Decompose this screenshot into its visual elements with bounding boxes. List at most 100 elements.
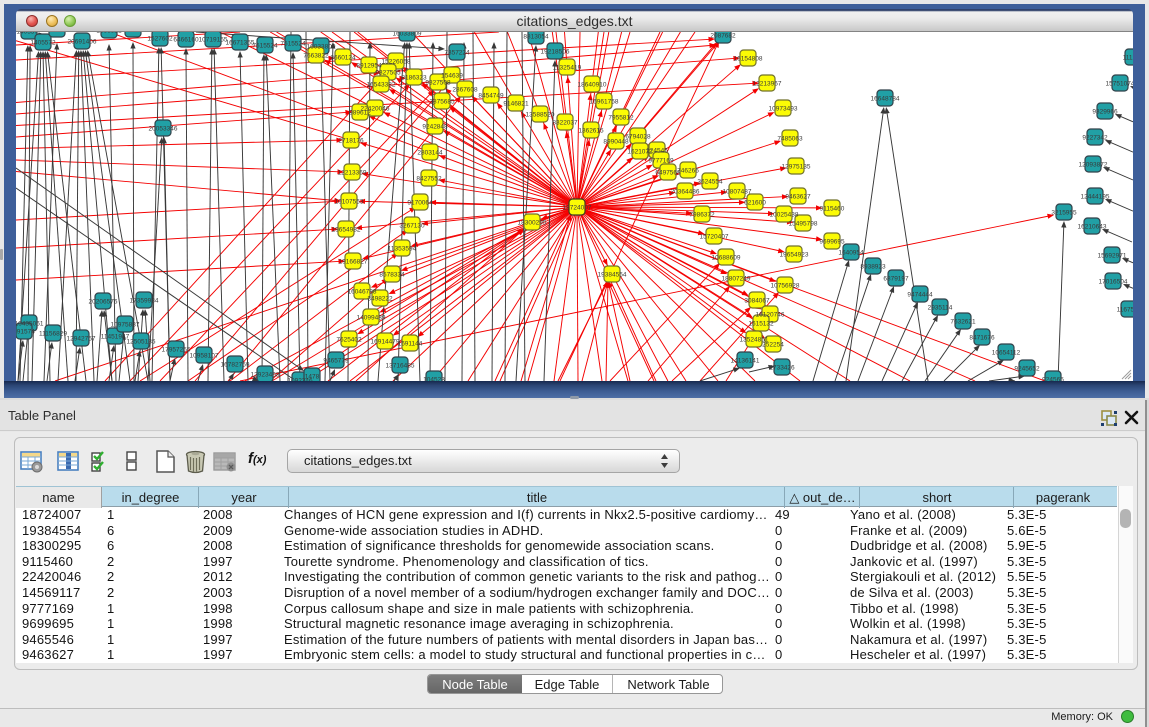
svg-text:17957255: 17957255: [162, 347, 191, 354]
svg-text:9327508: 9327508: [425, 80, 451, 87]
svg-text:15495798: 15495798: [789, 221, 818, 228]
svg-text:7625402: 7625402: [336, 337, 362, 344]
svg-text:12213967: 12213967: [753, 81, 782, 88]
svg-text:13716485: 13716485: [386, 363, 415, 370]
svg-text:12975135: 12975135: [782, 164, 811, 171]
svg-text:1362615: 1362615: [578, 128, 604, 135]
svg-text:15226058: 15226058: [382, 59, 411, 66]
svg-text:9777169: 9777169: [648, 158, 674, 165]
svg-text:3624554: 3624554: [697, 179, 723, 186]
svg-text:9699695: 9699695: [819, 239, 845, 246]
svg-text:16648784: 16648784: [871, 96, 900, 103]
svg-text:7632621: 7632621: [950, 319, 976, 326]
svg-text:16046788: 16046788: [348, 289, 377, 296]
svg-text:3215955: 3215955: [1051, 210, 1077, 217]
svg-text:7515524: 7515524: [252, 43, 278, 50]
svg-text:1478: 1478: [305, 374, 320, 381]
svg-text:16210643: 16210643: [1078, 224, 1107, 231]
svg-text:1167534: 1167534: [1117, 307, 1142, 314]
svg-text:20691406: 20691406: [68, 39, 97, 46]
svg-text:12093872: 12093872: [1079, 162, 1108, 169]
svg-text:12505135: 12505135: [127, 339, 156, 346]
svg-text:1405572: 1405572: [30, 40, 56, 47]
svg-text:16671355: 16671355: [226, 40, 255, 47]
svg-text:9170064: 9170064: [407, 200, 433, 207]
svg-text:3875685: 3875685: [429, 99, 455, 106]
svg-text:9146821: 9146821: [503, 101, 529, 108]
svg-text:19166827: 19166827: [339, 259, 368, 266]
svg-text:9242848: 9242848: [422, 124, 448, 131]
svg-text:10654112: 10654112: [992, 350, 1021, 357]
svg-text:15720407: 15720407: [700, 234, 729, 241]
svg-text:11353594: 11353594: [388, 246, 417, 253]
svg-text:20364486: 20364486: [671, 189, 700, 196]
svg-text:8427552: 8427552: [416, 176, 442, 183]
svg-text:252254: 252254: [762, 342, 784, 349]
svg-text:7986372: 7986372: [689, 212, 715, 219]
svg-text:10975887: 10975887: [111, 322, 140, 329]
svg-text:20206576: 20206576: [89, 299, 118, 306]
svg-text:20053346: 20053346: [149, 126, 178, 133]
svg-text:12213369: 12213369: [338, 170, 367, 177]
svg-text:124545: 124545: [646, 148, 668, 155]
svg-text:8912954: 8912954: [356, 63, 382, 70]
svg-text:1615132: 1615132: [748, 321, 774, 328]
svg-text:2867608: 2867608: [452, 87, 478, 94]
svg-text:2935114: 2935114: [928, 305, 953, 312]
svg-text:10719155: 10719155: [199, 37, 228, 44]
svg-text:746266: 746266: [677, 168, 699, 175]
svg-text:18724007: 18724007: [563, 205, 592, 212]
svg-text:16543382: 16543382: [367, 82, 396, 89]
svg-text:7955812: 7955812: [608, 115, 634, 122]
svg-text:1640954: 1640954: [838, 250, 864, 257]
svg-text:16033809: 16033809: [307, 44, 336, 51]
svg-text:8322037: 8322037: [552, 120, 578, 127]
svg-text:8186323: 8186323: [401, 75, 427, 82]
svg-text:19654923: 19654923: [780, 252, 809, 259]
svg-text:10958107: 10958107: [190, 353, 219, 360]
svg-text:2718176: 2718176: [338, 138, 364, 145]
svg-text:11325419: 11325419: [553, 65, 582, 72]
svg-text:17359934: 17359934: [130, 298, 159, 305]
svg-text:19384554: 19384554: [598, 272, 627, 279]
svg-text:7515524: 7515524: [280, 41, 306, 48]
svg-text:14099489: 14099489: [357, 315, 386, 322]
svg-text:12444195: 12444195: [1081, 194, 1110, 201]
svg-text:16961758: 16961758: [590, 99, 619, 106]
svg-text:154639: 154639: [441, 73, 463, 80]
svg-text:16435061: 16435061: [15, 321, 44, 328]
svg-text:3084067: 3084067: [744, 298, 770, 305]
svg-text:8471676: 8471676: [969, 335, 995, 342]
svg-text:8813054: 8813054: [523, 34, 549, 41]
svg-text:1527602: 1527602: [147, 36, 173, 43]
svg-text:10807487: 10807487: [723, 189, 752, 196]
svg-text:2087682: 2087682: [710, 33, 736, 40]
svg-text:3267130: 3267130: [399, 223, 425, 230]
svg-text:16120746: 16120746: [756, 312, 785, 319]
svg-text:9227342: 9227342: [1082, 135, 1108, 142]
svg-text:16154808: 16154808: [734, 56, 763, 63]
svg-text:14136141: 14136141: [731, 358, 760, 365]
svg-text:16782759: 16782759: [221, 362, 250, 369]
svg-text:15692971: 15692971: [1098, 253, 1127, 260]
svg-text:111278: 111278: [1123, 55, 1144, 62]
svg-text:8660124: 8660124: [330, 55, 356, 62]
svg-text:3498222: 3498222: [367, 296, 393, 303]
svg-text:6879197: 6879197: [883, 276, 909, 283]
svg-text:1733426: 1733426: [769, 365, 795, 372]
svg-text:9474444: 9474444: [907, 292, 933, 299]
svg-text:16914479: 16914479: [371, 339, 400, 346]
svg-text:17016504: 17016504: [1099, 279, 1128, 286]
svg-text:18640910: 18640910: [578, 82, 607, 89]
svg-text:11451947: 11451947: [101, 334, 130, 341]
svg-text:18807249: 18807249: [722, 276, 751, 283]
svg-text:9115460: 9115460: [820, 206, 845, 213]
svg-text:15751074: 15751074: [1106, 81, 1135, 88]
svg-text:19218506: 19218506: [541, 49, 570, 56]
svg-text:12923468: 12923468: [251, 372, 280, 379]
svg-text:9465779: 9465779: [323, 358, 349, 365]
svg-text:10025438: 10025438: [770, 212, 799, 219]
svg-text:11156829: 11156829: [39, 331, 67, 338]
svg-text:13588520: 13588520: [526, 112, 555, 119]
svg-text:9327505: 9327505: [375, 70, 401, 77]
